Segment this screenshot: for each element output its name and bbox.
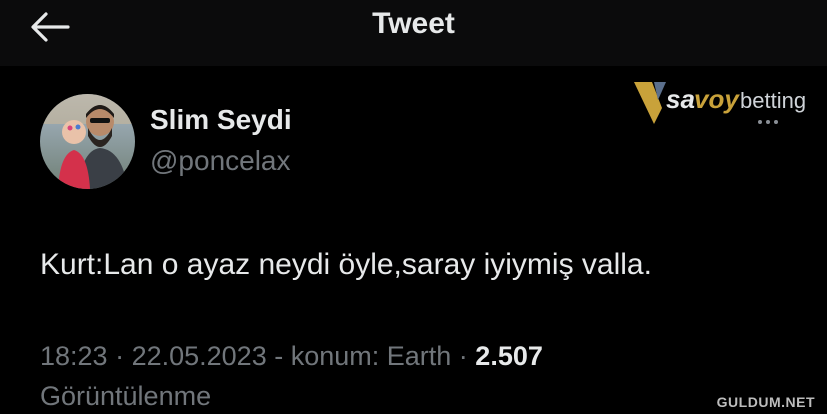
tweet-time[interactable]: 18:23 xyxy=(40,341,108,371)
tweet-meta: 18:23 · 22.05.2023 - konum: Earth · 2.50… xyxy=(40,341,543,372)
views-label[interactable]: Görüntülenme xyxy=(40,381,211,412)
top-bar: Tweet xyxy=(0,0,827,66)
author-display-name[interactable]: Slim Seydi xyxy=(150,104,292,136)
page-title: Tweet xyxy=(372,7,455,40)
author-handle[interactable]: @poncelax xyxy=(150,145,291,177)
brand-watermark-logo: sa voy betting xyxy=(632,78,827,130)
meta-separator: · xyxy=(451,341,476,371)
tweet-date[interactable]: 22.05.2023 xyxy=(132,341,267,371)
tweet-location: - konum: Earth xyxy=(266,341,452,371)
site-watermark: GULDUM.NET xyxy=(716,394,815,410)
meta-separator: · xyxy=(107,341,132,371)
views-count[interactable]: 2.507 xyxy=(475,341,543,371)
tweet-text: Kurt:Lan o ayaz neydi öyle,saray iyiymiş… xyxy=(40,248,652,281)
avatar[interactable] xyxy=(40,94,135,189)
svg-text:voy: voy xyxy=(694,84,740,114)
svg-text:betting: betting xyxy=(740,88,806,113)
user-avatar xyxy=(40,94,135,189)
svg-text:sa: sa xyxy=(666,84,695,114)
